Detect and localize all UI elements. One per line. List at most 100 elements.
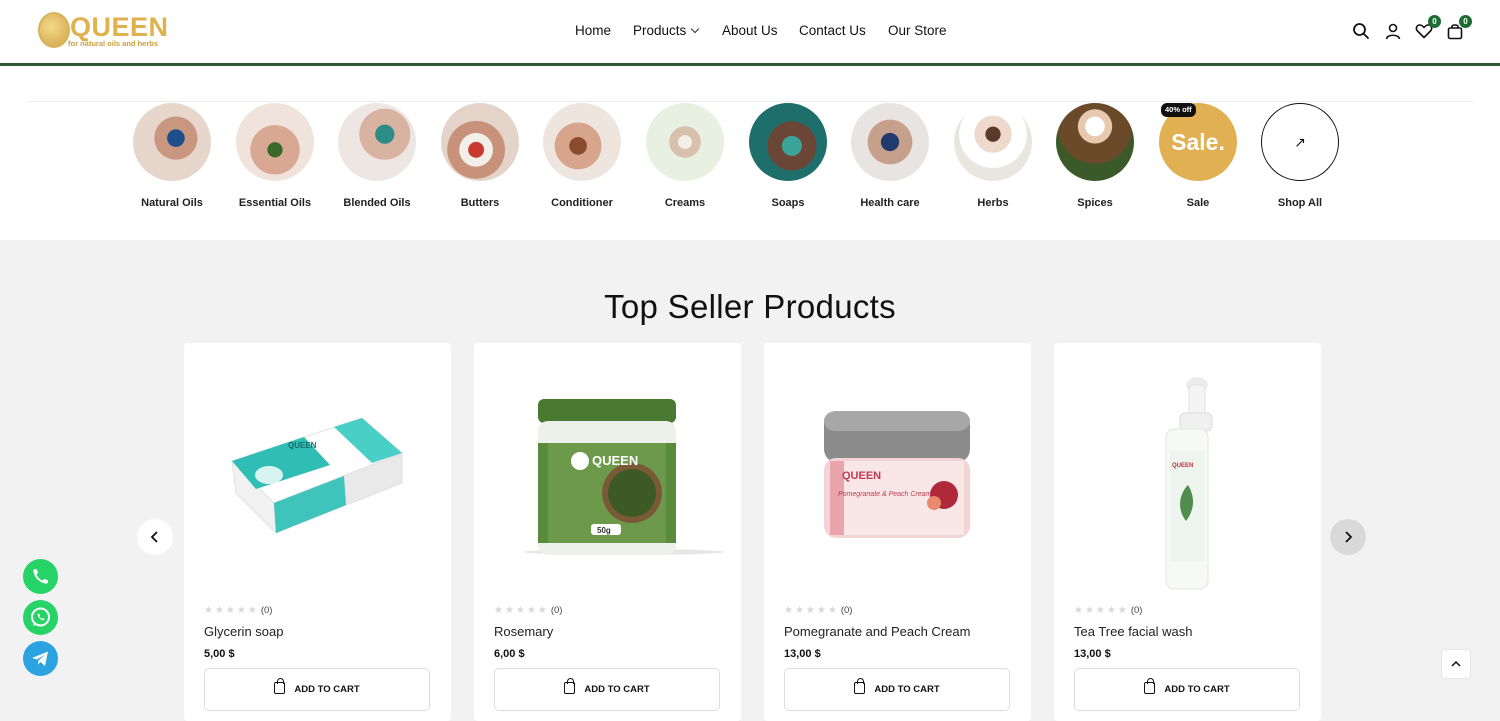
logo-tagline: for natural oils and herbs — [68, 39, 159, 48]
category-label: Conditioner — [551, 197, 613, 209]
nav-contact[interactable]: Contact Us — [799, 23, 866, 38]
category-soaps[interactable]: Soaps — [738, 103, 838, 209]
rating-stars: ★★★★★ (0) — [784, 605, 853, 616]
category-image — [1056, 103, 1134, 181]
chevron-down-icon — [691, 24, 700, 34]
arrow-up-right-icon: ↗ — [1261, 103, 1339, 181]
product-image[interactable]: QUEEN 50g — [474, 343, 741, 598]
category-label: Butters — [460, 197, 500, 209]
svg-text:QUEEN: QUEEN — [842, 470, 881, 482]
rating-count: (0) — [840, 605, 853, 616]
product-name[interactable]: Rosemary — [494, 624, 553, 639]
top-sellers-section: Top Seller Products QUEEN ★★★★★ (0) Glyce… — [0, 240, 1500, 721]
category-shop-all[interactable]: ↗ Shop All — [1250, 103, 1350, 209]
category-image — [441, 103, 519, 181]
category-herbs[interactable]: Herbs — [943, 103, 1043, 209]
sale-circle: Sale. 40% off — [1159, 103, 1237, 181]
category-image — [954, 103, 1032, 181]
section-title: Top Seller Products — [604, 288, 896, 325]
category-creams[interactable]: Creams — [635, 103, 735, 209]
search-icon[interactable] — [1352, 22, 1370, 40]
telegram-icon — [32, 651, 48, 666]
wishlist-count-badge: 0 — [1428, 15, 1441, 28]
carousel-next-button[interactable] — [1330, 519, 1366, 555]
category-sale[interactable]: Sale. 40% off Sale — [1148, 103, 1248, 209]
category-label: Natural Oils — [141, 197, 203, 209]
add-to-cart-button[interactable]: ADD TO CART — [784, 668, 1010, 711]
bag-icon — [854, 678, 866, 694]
product-card[interactable]: QUEEN ★★★★★ (0) Tea Tree facial wash 13,0… — [1054, 343, 1321, 721]
add-to-cart-label: ADD TO CART — [294, 684, 360, 695]
category-label: Sale — [1186, 197, 1210, 209]
category-image — [338, 103, 416, 181]
svg-text:QUEEN: QUEEN — [592, 453, 638, 468]
category-butters[interactable]: Butters — [430, 103, 530, 209]
phone-call-button[interactable] — [23, 559, 58, 594]
svg-text:50g: 50g — [597, 526, 611, 535]
category-image — [851, 103, 929, 181]
nav-products-label: Products — [633, 23, 687, 38]
svg-text:QUEEN: QUEEN — [1172, 463, 1193, 469]
account-icon[interactable] — [1384, 22, 1402, 40]
category-label: Essential Oils — [238, 197, 312, 209]
rating-stars: ★★★★★ (0) — [204, 605, 273, 616]
nav-home[interactable]: Home — [575, 23, 611, 38]
sale-circle-text: Sale. — [1171, 129, 1225, 155]
category-essential-oils[interactable]: Essential Oils — [225, 103, 325, 209]
discount-badge: 40% off — [1161, 103, 1196, 117]
product-image[interactable]: QUEEN Pomegranate & Peach Cream — [764, 343, 1031, 598]
whatsapp-button[interactable] — [23, 600, 58, 635]
nav-products[interactable]: Products — [633, 23, 700, 38]
product-price: 6,00 $ — [494, 648, 525, 660]
add-to-cart-label: ADD TO CART — [1164, 684, 1230, 695]
category-health-care[interactable]: Health care — [840, 103, 940, 209]
bag-icon — [564, 678, 576, 694]
scroll-to-top-button[interactable] — [1441, 649, 1471, 679]
add-to-cart-button[interactable]: ADD TO CART — [494, 668, 720, 711]
telegram-button[interactable] — [23, 641, 58, 676]
category-blended-oils[interactable]: Blended Oils — [327, 103, 427, 209]
category-conditioner[interactable]: Conditioner — [532, 103, 632, 209]
cart-icon[interactable]: 0 — [1446, 15, 1472, 40]
product-card[interactable]: QUEEN 50g ★★★★★ (0) Rosemary 6,00 $ ADD T… — [474, 343, 741, 721]
category-strip: Natural Oils Essential Oils Blended Oils… — [0, 69, 1500, 240]
whatsapp-icon — [31, 607, 50, 627]
divider — [28, 101, 1474, 102]
site-header: QUEEN for natural oils and herbs Home Pr… — [0, 0, 1500, 66]
product-price: 13,00 $ — [1074, 648, 1111, 660]
nav-about[interactable]: About Us — [722, 23, 778, 38]
category-label: Soaps — [771, 197, 805, 209]
add-to-cart-button[interactable]: ADD TO CART — [1074, 668, 1300, 711]
bag-icon — [274, 678, 286, 694]
category-image — [543, 103, 621, 181]
category-spices[interactable]: Spices — [1045, 103, 1145, 209]
carousel-prev-button[interactable] — [137, 519, 173, 555]
rating-count: (0) — [550, 605, 563, 616]
category-natural-oils[interactable]: Natural Oils — [122, 103, 222, 209]
bag-icon — [1144, 678, 1156, 694]
category-label: Health care — [860, 197, 920, 209]
chevron-right-icon — [1345, 531, 1353, 543]
add-to-cart-label: ADD TO CART — [874, 684, 940, 695]
chevron-left-icon — [150, 531, 158, 543]
add-to-cart-button[interactable]: ADD TO CART — [204, 668, 430, 711]
chevron-up-icon — [1451, 660, 1461, 667]
wishlist-icon[interactable]: 0 — [1415, 15, 1441, 40]
product-name[interactable]: Pomegranate and Peach Cream — [784, 624, 970, 639]
product-card[interactable]: QUEEN ★★★★★ (0) Glycerin soap 5,00 $ ADD … — [184, 343, 451, 721]
product-card[interactable]: QUEEN Pomegranate & Peach Cream ★★★★★ (0)… — [764, 343, 1031, 721]
rating-stars: ★★★★★ (0) — [494, 605, 563, 616]
phone-icon — [33, 569, 48, 584]
category-image — [236, 103, 314, 181]
product-name[interactable]: Glycerin soap — [204, 624, 283, 639]
nav-our-store[interactable]: Our Store — [888, 23, 947, 38]
rating-count: (0) — [260, 605, 273, 616]
logo-emblem-icon — [38, 12, 70, 48]
product-name[interactable]: Tea Tree facial wash — [1074, 624, 1193, 639]
logo[interactable]: QUEEN for natural oils and herbs — [38, 12, 168, 52]
product-image[interactable]: QUEEN — [1054, 343, 1321, 598]
svg-text:QUEEN: QUEEN — [288, 441, 317, 450]
category-image — [133, 103, 211, 181]
product-image[interactable]: QUEEN — [184, 343, 451, 598]
category-image — [646, 103, 724, 181]
